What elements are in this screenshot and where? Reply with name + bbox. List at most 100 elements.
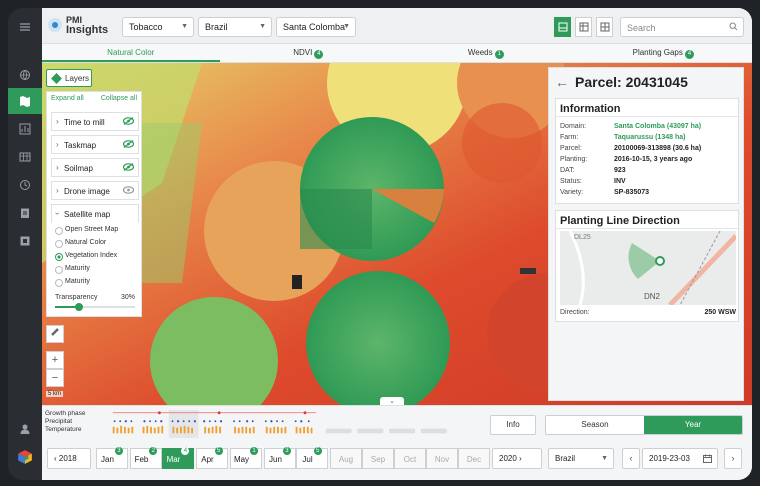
- crop-select[interactable]: Tobacco ▼: [122, 17, 194, 37]
- eye-off-icon[interactable]: [123, 117, 134, 125]
- month-jul[interactable]: Jul5: [296, 447, 328, 469]
- logo[interactable]: PMI Insights: [48, 15, 109, 36]
- search-input[interactable]: Search: [620, 17, 744, 37]
- expand-all-link[interactable]: Expand all: [51, 95, 84, 102]
- zoom-out-button[interactable]: −: [46, 369, 64, 387]
- domain-select-value: Santa Colomba: [283, 22, 346, 32]
- globe-icon[interactable]: [8, 62, 42, 88]
- tab-label: Natural Color: [107, 48, 155, 57]
- month-sep[interactable]: Sep: [362, 448, 394, 469]
- country-select[interactable]: Brazil ▼: [198, 17, 272, 37]
- weather-sparkline[interactable]: [98, 410, 484, 438]
- collapse-all-link[interactable]: Collapse all: [101, 95, 137, 102]
- slider-handle[interactable]: [75, 303, 83, 311]
- eye-off-icon[interactable]: [123, 140, 134, 148]
- domain-select[interactable]: Santa Colomba ▼: [276, 17, 356, 37]
- month-aug[interactable]: Aug: [330, 448, 362, 469]
- tab-natural-color[interactable]: Natural Color: [42, 44, 220, 62]
- planting-direction-heading: Planting Line Direction: [556, 211, 738, 229]
- direction-minimap[interactable]: DL25 DN2: [560, 231, 736, 305]
- tab-planting-gaps[interactable]: Planting Gaps 4: [575, 44, 753, 62]
- report-icon[interactable]: [8, 228, 42, 254]
- chevron-down-icon[interactable]: ⌄: [380, 397, 404, 405]
- month-jun[interactable]: Jun3: [264, 447, 296, 469]
- month-may[interactable]: May1: [230, 447, 262, 469]
- month-oct[interactable]: Oct: [394, 448, 426, 469]
- table-icon[interactable]: [8, 144, 42, 170]
- info-key: Status:: [560, 178, 582, 185]
- view-grid-button[interactable]: [575, 17, 592, 37]
- eye-off-icon[interactable]: [123, 163, 134, 171]
- top-bar: PMI Insights Tobacco ▼ Brazil ▼ Santa Co…: [42, 8, 752, 44]
- layer-row-soilmap[interactable]: › Soilmap: [51, 158, 139, 177]
- info-key: Parcel:: [560, 145, 582, 152]
- info-value: 20100069-313898 (30.6 ha): [614, 145, 702, 152]
- month-nov[interactable]: Nov: [426, 448, 458, 469]
- layer-row-satellite[interactable]: › Satellite map: [51, 204, 139, 223]
- radio-label: Natural Color: [65, 239, 107, 246]
- map-view[interactable]: Layers Expand all Collapse all › Time to…: [42, 63, 752, 405]
- layer-row-time-to-mill[interactable]: › Time to mill: [51, 112, 139, 131]
- search-placeholder: Search: [627, 23, 656, 33]
- scale-bar: 5 km: [46, 391, 64, 397]
- calendar-icon: [703, 454, 712, 463]
- tab-label: Planting Gaps: [632, 48, 683, 57]
- year-select-right[interactable]: 2020 ›: [492, 448, 542, 469]
- month-jan[interactable]: Jan3: [96, 447, 128, 469]
- tab-badge: 4: [314, 50, 324, 59]
- map-icon[interactable]: [8, 88, 42, 114]
- date-prev-button[interactable]: ‹: [622, 448, 640, 469]
- parcel-title-text: Parcel: 20431045: [575, 74, 688, 90]
- radio-open-street-map[interactable]: Open Street Map: [55, 226, 118, 235]
- info-row-domain: Domain: Santa Colomba (43097 ha): [560, 123, 701, 130]
- precipitation-label: Precipitat: [45, 418, 73, 425]
- layer-label: Soilmap: [64, 164, 93, 173]
- month-label: Mar: [166, 455, 181, 464]
- back-arrow-icon[interactable]: ←: [555, 74, 569, 90]
- view-split-button[interactable]: [596, 17, 613, 37]
- info-button[interactable]: Info: [490, 415, 536, 435]
- eye-icon[interactable]: [123, 186, 134, 194]
- month-feb[interactable]: Feb2: [130, 447, 162, 469]
- month-dec[interactable]: Dec: [458, 448, 490, 469]
- tab-ndvi[interactable]: NDVI 4: [220, 44, 398, 62]
- layer-row-taskmap[interactable]: › Taskmap: [51, 135, 139, 154]
- tab-weeds[interactable]: Weeds 1: [397, 44, 575, 62]
- radio-maturity[interactable]: Maturity: [55, 265, 90, 274]
- transparency-slider[interactable]: [55, 303, 135, 311]
- user-icon[interactable]: [8, 416, 42, 442]
- left-rail: [8, 8, 42, 480]
- date-next-button[interactable]: ›: [724, 448, 742, 469]
- radio-natural-color[interactable]: Natural Color: [55, 239, 107, 248]
- measure-tool-button[interactable]: [46, 325, 64, 343]
- season-button[interactable]: Season: [546, 416, 644, 434]
- tab-label: NDVI: [293, 48, 313, 57]
- radio-vegetation-index[interactable]: Vegetation Index: [55, 252, 117, 261]
- history-icon[interactable]: [8, 172, 42, 198]
- info-value: 2016-10-15, 3 years ago: [614, 156, 693, 163]
- radio-maturity-2[interactable]: Maturity: [55, 278, 90, 287]
- year-button[interactable]: Year: [644, 416, 742, 434]
- layer-label: Satellite map: [64, 210, 111, 219]
- menu-icon[interactable]: [8, 14, 42, 40]
- tab-badge: 1: [494, 50, 504, 59]
- view-single-button[interactable]: [554, 17, 571, 37]
- month-label: Feb: [134, 455, 149, 464]
- layers-button[interactable]: Layers: [46, 69, 92, 87]
- split-icon: [600, 22, 609, 32]
- date-picker[interactable]: 2019-23-03: [642, 448, 718, 469]
- year-select-left[interactable]: ‹ 2018: [47, 448, 91, 469]
- logo-line2: Insights: [66, 24, 109, 36]
- month-mar[interactable]: Mar4: [162, 447, 194, 469]
- country-select-bottom[interactable]: Brazil ▼: [548, 448, 614, 469]
- zoom-in-button[interactable]: +: [46, 351, 64, 369]
- domain-link[interactable]: Santa Colomba (43097 ha): [614, 123, 734, 130]
- info-value: INV: [614, 178, 626, 185]
- month-apr[interactable]: Apr5: [196, 447, 228, 469]
- direction-label: Direction:: [560, 309, 590, 316]
- layer-row-drone-image[interactable]: › Drone image: [51, 181, 139, 200]
- clipboard-icon[interactable]: [8, 200, 42, 226]
- farm-link[interactable]: Taquarussu (1348 ha): [614, 134, 734, 141]
- chart-icon[interactable]: [8, 116, 42, 142]
- ruler-icon: [51, 328, 59, 336]
